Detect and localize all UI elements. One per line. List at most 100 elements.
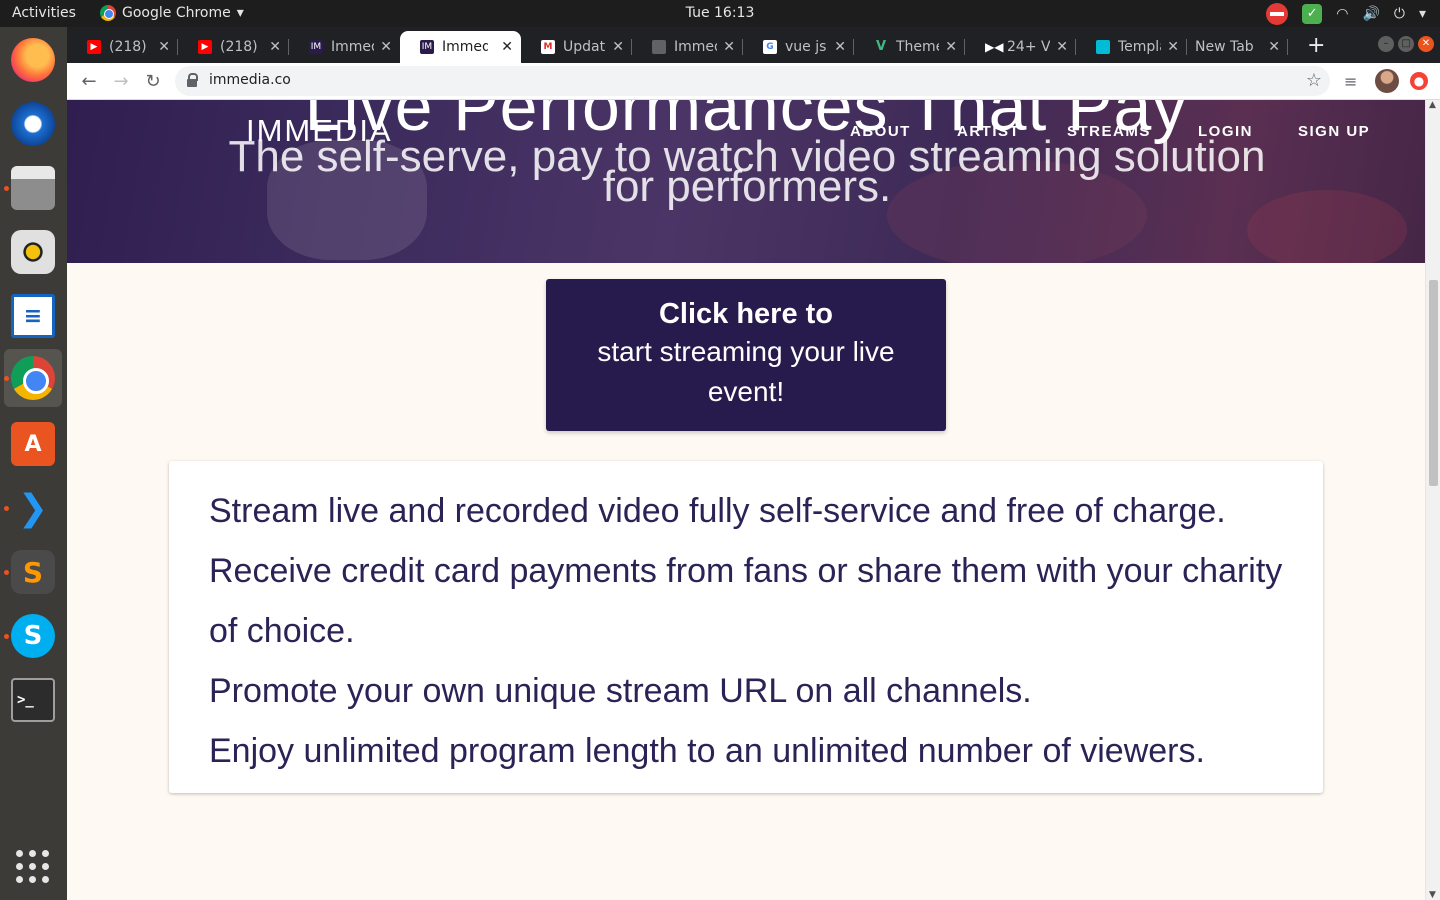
running-indicator (4, 506, 9, 511)
features-card: Stream live and recorded video fully sel… (169, 461, 1323, 793)
tab[interactable]: Templa ✕ (1076, 31, 1187, 63)
chevron-down-icon[interactable]: ▾ (1419, 6, 1426, 22)
tab-title: Immedi (674, 39, 717, 55)
do-not-disturb-icon[interactable] (1266, 3, 1289, 25)
tab-title: (218) B (109, 39, 152, 55)
show-applications-icon[interactable] (16, 850, 50, 884)
dock-thunderbird[interactable] (4, 95, 62, 153)
tab[interactable]: ▶◀ 24+ Vu ✕ (965, 31, 1076, 63)
chrome-icon (11, 356, 55, 400)
files-icon (11, 166, 55, 210)
clock[interactable]: Tue 16:13 (686, 5, 755, 21)
activities-button[interactable]: Activities (12, 5, 76, 21)
close-icon[interactable]: ✕ (717, 39, 735, 55)
close-icon[interactable]: ✕ (1262, 39, 1280, 55)
system-top-bar: Activities Google Chrome ▾ Tue 16:13 ✓ ◠… (0, 0, 1440, 27)
app-menu[interactable]: Google Chrome ▾ (100, 5, 244, 21)
close-icon[interactable]: ✕ (495, 39, 513, 55)
new-tab-button[interactable]: + (1307, 33, 1325, 58)
system-tray[interactable]: ✓ ◠ 🔊 ⏻ ▾ (1266, 3, 1426, 25)
volume-icon[interactable]: 🔊 (1362, 6, 1379, 22)
nav-streams[interactable]: STREAMS (1067, 123, 1151, 140)
close-icon[interactable]: ✕ (374, 39, 392, 55)
cta-text: start streaming your live event! (597, 336, 895, 407)
hero-subline: The self-serve, pay to watch video strea… (228, 132, 1266, 211)
close-icon[interactable]: ✕ (606, 39, 624, 55)
wifi-icon[interactable]: ◠ (1336, 6, 1348, 22)
tab-title: Immedi (442, 39, 488, 55)
tab[interactable]: IM Immedi ✕ (289, 31, 400, 63)
template-icon (1096, 40, 1110, 54)
close-icon[interactable]: ✕ (263, 39, 281, 55)
dock-software[interactable]: A (4, 415, 62, 473)
minimize-button[interactable]: – (1378, 36, 1394, 52)
chevron-down-icon: ▾ (236, 5, 244, 21)
tab[interactable]: ▶ (218) 1 ✕ (178, 31, 289, 63)
vuetify-icon: V (875, 39, 887, 54)
dock: ≡ A ❯ S S >_ (0, 27, 67, 900)
scrollbar-thumb[interactable] (1429, 280, 1438, 486)
update-check-icon[interactable]: ✓ (1302, 4, 1323, 24)
tab[interactable]: ▶ (218) B ✕ (67, 31, 178, 63)
back-button[interactable]: ← (76, 69, 102, 95)
dock-vscode[interactable]: ❯ (4, 479, 62, 537)
tab[interactable]: Immedi ✕ (632, 31, 743, 63)
firefox-icon (11, 38, 55, 82)
close-window-button[interactable]: ✕ (1418, 36, 1434, 52)
tab[interactable]: V Theme ✕ (854, 31, 965, 63)
dock-terminal[interactable]: >_ (4, 671, 62, 729)
tab-title: Immedi (331, 39, 374, 55)
url-text[interactable]: immedia.co (209, 72, 291, 88)
close-icon[interactable]: ✕ (939, 39, 957, 55)
nav-artist[interactable]: ARTIST (957, 123, 1020, 140)
terminal-icon: >_ (11, 678, 55, 722)
power-icon[interactable]: ⏻ (1394, 6, 1405, 22)
immedia-icon: IM (309, 40, 323, 54)
close-icon[interactable]: ✕ (1050, 39, 1068, 55)
address-bar[interactable]: immedia.co ☆ (175, 66, 1330, 96)
close-icon[interactable]: ✕ (152, 39, 170, 55)
extension-icon[interactable]: ● (1410, 72, 1428, 90)
forward-button[interactable]: → (108, 69, 134, 95)
maximize-button[interactable]: □ (1398, 36, 1414, 52)
nav-about[interactable]: ABOUT (850, 123, 911, 140)
reload-button[interactable]: ↻ (140, 69, 166, 95)
nav-login[interactable]: LOGIN (1198, 123, 1253, 140)
page-scrollbar[interactable]: ▲ ▼ (1425, 100, 1440, 900)
tab-title: Templa (1118, 39, 1161, 55)
feature-item: Enjoy unlimited program length to an unl… (209, 732, 1205, 770)
avatar[interactable] (1375, 69, 1399, 93)
dock-sublime[interactable]: S (4, 543, 62, 601)
tab[interactable]: M Update ✕ (521, 31, 632, 63)
scroll-down-icon[interactable]: ▼ (1429, 890, 1436, 900)
dock-writer[interactable]: ≡ (4, 287, 62, 345)
google-icon: G (763, 40, 777, 54)
close-icon[interactable]: ✕ (828, 39, 846, 55)
running-indicator (4, 186, 9, 191)
bow-icon: ▶◀ (985, 40, 1004, 54)
bookmark-star-icon[interactable]: ☆ (1306, 70, 1322, 91)
lock-icon[interactable] (187, 73, 198, 87)
nav-sign-up[interactable]: SIGN UP (1298, 123, 1370, 140)
skype-icon: S (11, 614, 55, 658)
tab[interactable]: New Tab ✕ (1177, 31, 1288, 63)
dock-files[interactable] (4, 159, 62, 217)
tab-title: (218) 1 (220, 39, 263, 55)
start-streaming-button[interactable]: Click here to start streaming your live … (546, 279, 946, 431)
dock-firefox[interactable] (4, 31, 62, 89)
tab-title: Update (563, 39, 606, 55)
tab-title: vue js t (785, 39, 828, 55)
tab[interactable]: G vue js t ✕ (743, 31, 854, 63)
dock-skype[interactable]: S (4, 607, 62, 665)
tab-title: Theme (896, 39, 939, 55)
scroll-up-icon[interactable]: ▲ (1429, 100, 1436, 110)
writer-icon: ≡ (11, 294, 55, 338)
dock-chrome[interactable] (4, 349, 62, 407)
tab-active[interactable]: IM Immedi ✕ (400, 31, 521, 63)
hero-banner: Live Performances That Pay The self-serv… (67, 100, 1425, 263)
window-controls: – □ ✕ (1378, 36, 1434, 52)
media-controls-icon[interactable]: ≡ (1344, 72, 1357, 91)
immedia-icon: IM (420, 40, 434, 54)
dock-rhythmbox[interactable] (4, 223, 62, 281)
site-logo[interactable]: IMMEDIA (246, 113, 393, 149)
